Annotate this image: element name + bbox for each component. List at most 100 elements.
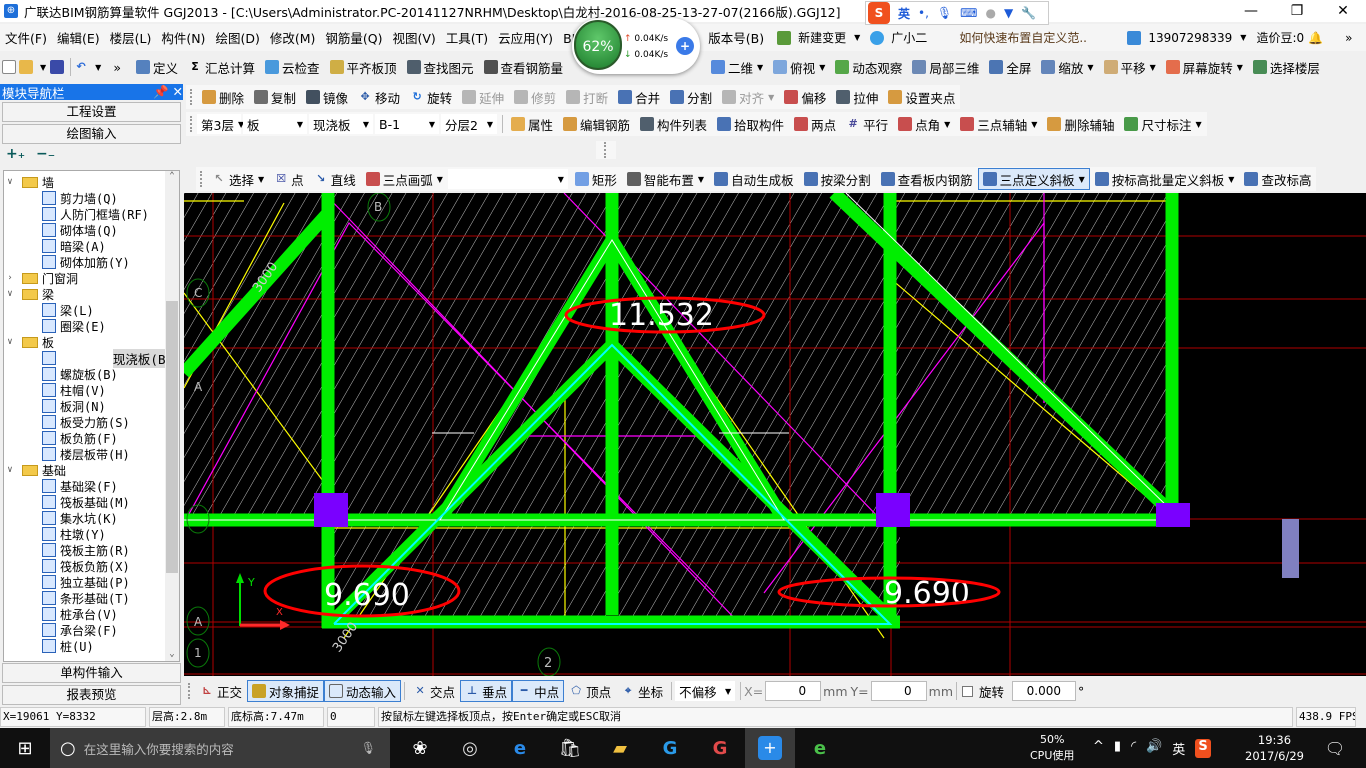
auto-slab-button[interactable]: 自动生成板 [709,168,799,190]
taskbar-app-icon[interactable]: ❀ [395,728,445,768]
ime-indicator[interactable]: 英 [1172,739,1185,758]
glodon-app-icon[interactable]: G [695,728,745,768]
tree-item[interactable]: 楼层板带(H) [4,446,179,462]
edit-rebar-button[interactable]: 编辑钢筋 [558,113,635,135]
tree-item[interactable]: 人防门框墙(RF) [4,206,179,222]
ggj-app-icon[interactable]: + [745,728,795,768]
batch-slope-button[interactable]: 按标高批量定义斜板 ▼ [1090,168,1240,190]
zoom-button[interactable]: 缩放 ▼ [1036,56,1098,78]
tree-item[interactable]: 承台梁(F) [4,622,179,638]
scroll-up-icon[interactable]: ⌃ [165,171,179,181]
binoculars-button[interactable]: 查找图元 [402,56,479,78]
y-input[interactable]: 0 [870,681,927,701]
chevron-down-icon[interactable]: ▼ [944,120,950,129]
menu-item[interactable]: 云应用(Y) [493,28,558,47]
chevron-down-icon[interactable]: ∨ [4,289,16,299]
dimension-button[interactable]: 尺寸标注 ▼ [1119,113,1206,135]
tree-item[interactable]: 螺旋板(B) [4,366,179,382]
elevation-button[interactable]: 查改标高 [1239,168,1316,190]
chevron-down-icon[interactable]: ▼ [698,175,704,184]
wifi-icon[interactable]: ◜ [1131,739,1136,758]
microphone-icon[interactable]: 🎙 [361,741,376,755]
sigma-button[interactable]: Σ 汇总计算 [183,56,260,78]
chevron-down-icon[interactable]: ▼ [1150,63,1156,72]
move-button[interactable]: ✥ 移动 [353,86,405,108]
menu-item[interactable]: 绘图(D) [210,28,264,47]
microphone-icon[interactable]: 🎙 [937,6,952,20]
intersection-snap[interactable]: ✕ 交点 [408,680,460,702]
chevron-down-icon[interactable]: ▼ [1087,63,1093,72]
volume-icon[interactable]: 🔊 [1146,739,1162,758]
break-button[interactable]: 打断 [561,86,613,108]
undo-icon[interactable]: ↶ [74,60,88,74]
tray-chevron-icon[interactable]: ^ [1093,739,1104,758]
x-input[interactable]: 0 [765,681,822,701]
chevron-right-icon[interactable]: › [4,273,16,283]
eyedropper-button[interactable]: 拾取构件 [712,113,789,135]
clock[interactable]: 19:36 2017/6/29 [1245,732,1304,764]
tree-scrollbar[interactable]: ⌃ ⌄ [165,171,179,661]
trim-button[interactable]: 修剪 [509,86,561,108]
single-component-input-button[interactable]: 单构件输入 [2,663,181,683]
account-phone[interactable]: 13907298339 [1148,31,1232,45]
perpendicular-snap[interactable]: ⊥ 垂点 [460,680,513,702]
floor-select[interactable]: 第3层 ▼ [197,114,244,134]
object-snap-toggle[interactable]: 对象捕捉 [247,680,325,702]
scroll-down-icon[interactable]: ⌄ [165,649,179,659]
chevron-down-icon[interactable]: ▼ [819,63,825,72]
notification-icon[interactable]: 🗨 [1310,728,1360,768]
tree-item[interactable]: 板洞(N) [4,398,179,414]
sogou-icon[interactable]: S [868,2,890,24]
offset-select[interactable]: 不偏移 ▼ [675,681,736,701]
define-button[interactable]: 定义 [131,56,183,78]
dynamic-input-toggle[interactable]: 动态输入 [324,680,402,702]
tree-item[interactable]: 柱帽(V) [4,382,179,398]
tree-item[interactable]: 砌体墙(Q) [4,222,179,238]
coordinate-snap[interactable]: ⌖ 坐标 [616,680,668,702]
tree-folder[interactable]: ∨ 墙 [4,174,179,190]
store-icon[interactable]: 🛍 [545,728,595,768]
rotate-checkbox[interactable] [962,685,973,697]
tree-folder[interactable]: › 门窗洞 [4,270,179,286]
tree-item[interactable]: 条形基础(T) [4,590,179,606]
chevron-down-icon[interactable]: ▼ [1228,175,1234,184]
tree-item[interactable]: 暗梁(A) [4,238,179,254]
accelerate-button[interactable]: + [676,37,694,55]
skin-icon[interactable]: ▼ [1004,6,1013,20]
tree-item[interactable]: 筏板负筋(X) [4,558,179,574]
ime-lang[interactable]: 英 [898,5,910,22]
menu-item[interactable]: 编辑(E) [52,28,105,47]
file-explorer-icon[interactable]: ▰ [595,728,645,768]
menu-item[interactable]: 修改(M) [265,28,321,47]
menu-item[interactable]: 文件(F) [0,28,52,47]
collapse-all-icon[interactable]: −₋ [36,146,55,162]
menu-item[interactable]: 工具(T) [441,28,493,47]
drawing-canvas[interactable]: C A A B 1 2 3000 3000 11.532 9.690 9.690… [184,193,1366,676]
midpoint-snap[interactable]: ━ 中点 [512,680,565,702]
parallel-axis-button[interactable]: # 平行 [841,113,893,135]
point-button[interactable]: ☒ 点 [269,168,309,190]
glodon-app-icon[interactable]: G [645,728,695,768]
chevron-down-icon[interactable]: ▼ [437,175,443,184]
align-button[interactable]: 对齐 ▼ [717,86,779,108]
toolbar-grip[interactable] [596,141,616,159]
shape-select[interactable]: ▼ [447,169,568,189]
battery-icon[interactable]: ▮ [1114,739,1121,758]
rotate-button[interactable]: ↻ 旋转 [405,86,457,108]
2d-button[interactable]: 二维 ▼ [706,56,768,78]
tree-item[interactable]: 柱墩(Y) [4,526,179,542]
maximize-button[interactable]: ❐ [1274,0,1320,22]
tip-link[interactable]: 如何快速布置自定义范.. [959,29,1109,46]
rebar-view-button[interactable]: 查看钢筋量 [479,56,569,78]
user-icon[interactable]: ● [985,6,995,20]
two-point-axis-button[interactable]: 两点 [789,113,841,135]
tree-item[interactable]: 筏板主筋(R) [4,542,179,558]
split-by-beam-button[interactable]: 按梁分割 [799,168,876,190]
line-button[interactable]: ↘ 直线 [309,168,361,190]
cursor-button[interactable]: ↖ 选择 ▼ [207,168,269,190]
arc-button[interactable]: 三点画弧 ▼ [361,168,448,190]
menu-item[interactable]: 版本号(B) [703,28,769,47]
tree-item[interactable]: 圈梁(E) [4,318,179,334]
cloud-check-button[interactable]: 云检查 [260,56,325,78]
project-settings-button[interactable]: 工程设置 [2,102,181,122]
